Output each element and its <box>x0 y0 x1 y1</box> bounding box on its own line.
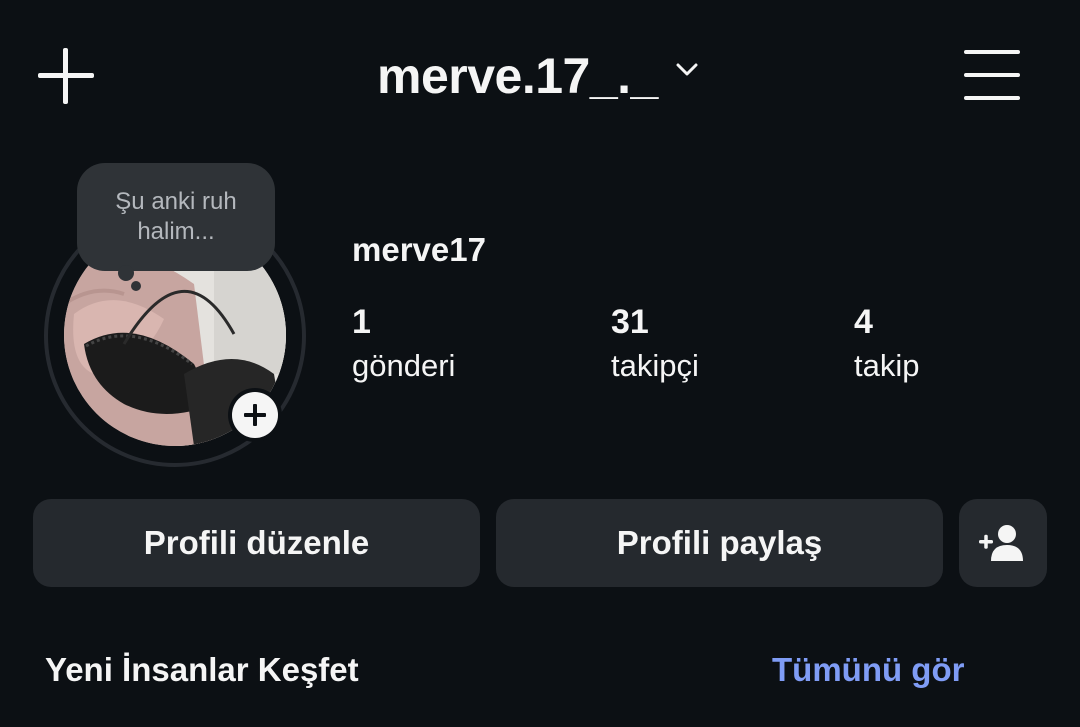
add-story-button[interactable] <box>228 388 282 442</box>
menu-icon[interactable] <box>964 50 1020 100</box>
stat-followers[interactable]: 31 takipçi <box>611 300 699 386</box>
stat-following-count: 4 <box>854 303 873 341</box>
note-bubble-tail-small <box>131 281 141 291</box>
chevron-down-icon <box>676 63 698 76</box>
stat-followers-count: 31 <box>611 303 649 341</box>
discover-people-button[interactable] <box>959 499 1047 587</box>
see-all-link[interactable]: Tümünü gör <box>772 648 964 692</box>
note-text: Şu anki ruh halim... <box>115 188 237 245</box>
top-bar: merve.17_._ <box>0 0 1080 150</box>
note-bubble-tail <box>118 265 134 281</box>
stat-following[interactable]: 4 takip <box>854 300 919 386</box>
note-bubble[interactable]: Şu anki ruh halim... <box>77 163 275 271</box>
account-username: merve.17_._ <box>377 48 658 104</box>
stat-followers-label: takipçi <box>611 348 699 383</box>
share-profile-button[interactable]: Profili paylaş <box>496 499 943 587</box>
add-user-icon <box>979 525 1023 561</box>
display-name: merve17 <box>352 231 486 268</box>
account-switcher[interactable]: merve.17_._ <box>377 44 698 108</box>
create-plus-icon[interactable] <box>38 48 94 104</box>
stat-posts[interactable]: 1 gönderi <box>352 300 455 386</box>
stat-posts-label: gönderi <box>352 348 456 383</box>
stat-posts-count: 1 <box>352 303 371 341</box>
plus-icon <box>232 392 278 438</box>
discover-people-title: Yeni İnsanlar Keşfet <box>45 651 359 688</box>
edit-profile-button[interactable]: Profili düzenle <box>33 499 480 587</box>
stat-following-label: takip <box>854 348 920 383</box>
